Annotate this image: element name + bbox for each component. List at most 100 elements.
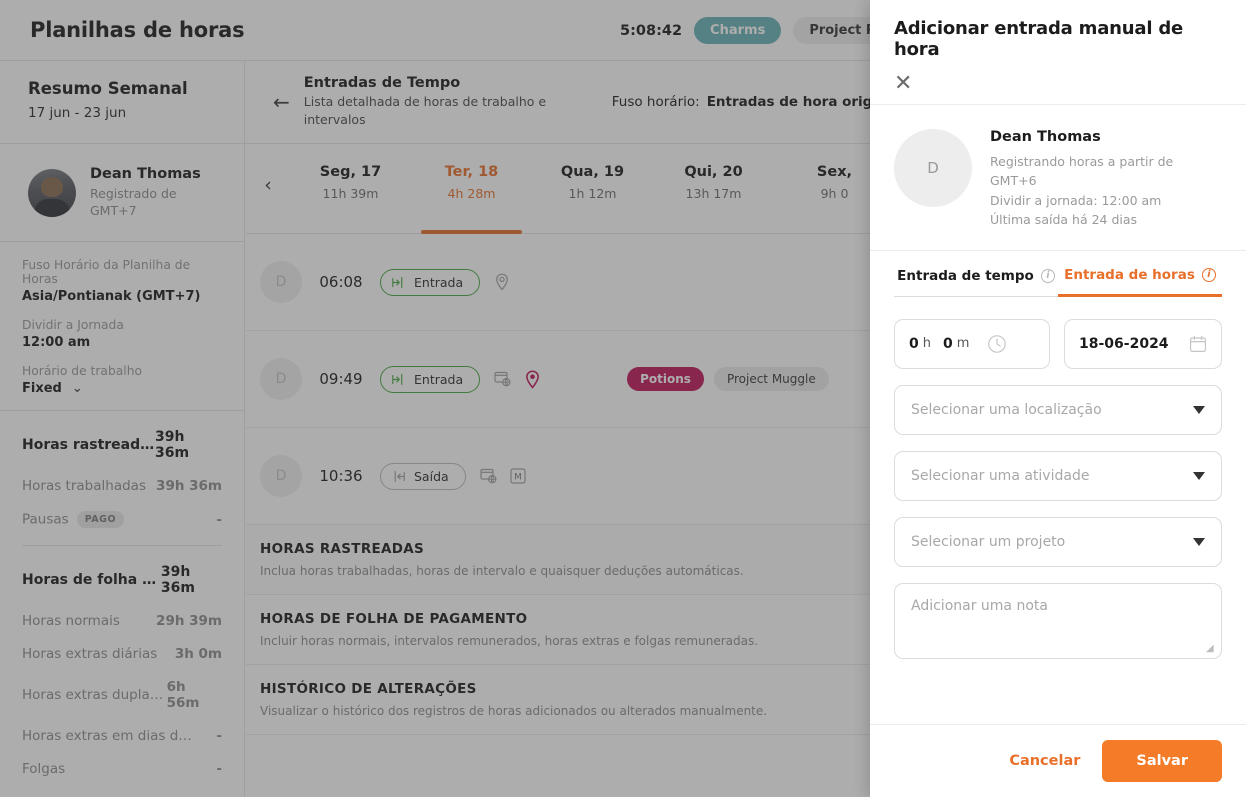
project-placeholder: Selecionar um projeto [911,533,1066,550]
activity-tag[interactable]: Potions [627,367,704,391]
date-input[interactable]: 18-06-2024 [1064,318,1222,369]
sidebar-meta: Fuso Horário da Planilha de Horas Asia/P… [0,242,244,411]
cancel-button[interactable]: Cancelar [1003,743,1086,779]
project-tag[interactable]: Project Muggle [713,367,829,391]
chevron-down-icon [1193,471,1205,480]
sign-out-icon [394,470,405,482]
back-arrow-icon[interactable]: ← [273,92,290,112]
avatar: D [260,455,302,497]
meta-value-timezone: Asia/Pontianak (GMT+7) [22,289,201,304]
avatar [28,168,76,217]
entry-type-badge: Entrada [380,365,481,393]
tab-entrada-de-horas[interactable]: Entrada de horas i [1058,267,1222,297]
sidebar-user-tz: Registrado de GMT+7 [90,185,201,220]
location-select[interactable]: Selecionar uma localização [894,384,1222,435]
day-tab-seg-17[interactable]: Seg, 17 11h 39m [290,158,411,234]
sidebar-stats: Horas rastreadas 39h 36m Horas trabalhad… [0,411,244,777]
activity-chip[interactable]: Charms [694,17,782,44]
prev-week-button[interactable]: ‹ [246,158,290,196]
info-icon[interactable]: i [1201,267,1216,282]
entry-time: 10:36 [319,467,363,485]
stat-label: Horas normais [22,613,120,629]
location-pin-outline-icon[interactable] [494,273,510,291]
sign-in-icon [392,373,403,385]
sidebar-user-tz-line1: Registrado de [90,185,177,201]
panel-user-name: Dean Thomas [990,129,1101,145]
meta-label-timezone: Fuso Horário da Planilha de Horas [22,258,191,286]
save-button[interactable]: Salvar [1102,740,1222,782]
activity-select[interactable]: Selecionar uma atividade [894,450,1222,501]
tab-entrada-de-tempo[interactable]: Entrada de tempo i [894,267,1058,297]
day-duration: 4h 28m [447,186,496,201]
stat-label: Folgas [22,761,66,777]
schedule-value: Fixed [22,381,62,396]
day-tab-ter-18[interactable]: Ter, 18 4h 28m [411,158,532,234]
sidebar-user-tz-line2: GMT+7 [90,203,137,218]
stat-value: - [216,511,222,528]
stat-label: Horas trabalhadas [22,478,146,494]
calendar-icon[interactable] [1189,335,1207,353]
clock-icon[interactable] [987,334,1007,354]
panel-header: Adicionar entrada manual de hora ✕ [870,0,1246,105]
stat-label: Horas de folha de... [22,572,161,588]
stat-row: Horas normais 29h 39m [22,613,222,629]
stat-value: 29h 39m [156,613,222,629]
activity-placeholder: Selecionar uma atividade [911,467,1090,484]
avatar: D [260,261,302,303]
entry-time: 06:08 [319,273,363,291]
sign-in-icon [392,276,403,288]
duration-date-row: 0 h 0 m 18-06-2024 [894,318,1222,369]
paid-badge: PAGO [76,511,125,528]
manual-m-icon[interactable]: M [510,468,526,484]
entries-header-text: Entradas de Tempo Lista detalhada de hor… [304,75,554,129]
info-icon[interactable]: i [1040,268,1055,283]
meta-label-schedule: Horário de trabalho [22,364,143,378]
timezone-label: Fuso horário: [611,94,700,110]
browser-icon[interactable] [494,371,512,387]
stat-row: Horas trabalhadas 39h 36m [22,478,222,494]
entry-icons [494,369,541,389]
svg-text:M: M [514,472,522,482]
sidebar-user-text: Dean Thomas Registrado de GMT+7 [90,166,201,220]
stat-value: 39h 36m [156,478,222,494]
browser-icon[interactable] [480,468,498,484]
stat-label: Horas rastreadas [22,437,156,453]
close-icon[interactable]: ✕ [894,72,920,98]
entry-tags: Potions Project Muggle [627,367,829,391]
sidebar-user-name: Dean Thomas [90,165,201,182]
note-textarea[interactable]: Adicionar uma nota ◢ [894,582,1222,659]
entry-type-label: Entrada [414,371,464,387]
chevron-down-icon: ⌄ [71,381,83,396]
resize-handle-icon[interactable]: ◢ [1206,643,1216,654]
stat-row: Horas extras duplas... 6h 56m [22,679,222,711]
day-tab-qua-19[interactable]: Qua, 19 1h 12m [532,158,653,234]
meta-value-schedule-dropdown[interactable]: Fixed ⌄ [22,381,222,396]
tab-label: Entrada de horas [1064,266,1195,283]
entries-subtitle: Lista detalhada de horas de trabalho e i… [303,93,547,127]
date-value: 18-06-2024 [1079,335,1169,352]
manual-entry-form: 0 h 0 m 18-06-2024 Selecionar uma locali… [870,297,1246,725]
meta-label-split-day: Dividir a Jornada [22,318,124,332]
duration-input[interactable]: 0 h 0 m [894,318,1050,369]
entry-type-label: Entrada [414,274,464,290]
entry-type-label: Saída [414,468,449,484]
panel-title: Adicionar entrada manual de hora [894,18,1184,60]
project-select[interactable]: Selecionar um projeto [894,516,1222,567]
panel-user-timezone: Registrando horas a partir de GMT+6 [990,154,1174,189]
day-duration: 13h 17m [685,186,742,201]
location-pin-filled-icon[interactable] [524,369,541,389]
stat-value: 39h 36m [155,429,190,461]
weekly-summary-header: Resumo Semanal 17 jun - 23 jun [0,61,245,144]
panel-user-last-out: Última saída há 24 dias [990,212,1138,228]
stat-row: Folgas - [22,761,222,777]
panel-footer: Cancelar Salvar [870,724,1246,797]
duration-minutes-unit: m [956,336,970,351]
app-root: Planilhas de horas 5:08:42 Charms Projec… [0,0,1246,797]
divider [22,545,222,546]
stat-label: Pausas [22,511,69,528]
left-sidebar: Dean Thomas Registrado de GMT+7 Fuso Hor… [0,144,245,797]
panel-user-split-day: Dividir a jornada: 12:00 am [990,192,1162,208]
day-tab-qui-20[interactable]: Qui, 20 13h 17m [653,158,774,234]
day-duration: 1h 12m [568,186,617,201]
duration-hours: 0 [909,335,919,352]
